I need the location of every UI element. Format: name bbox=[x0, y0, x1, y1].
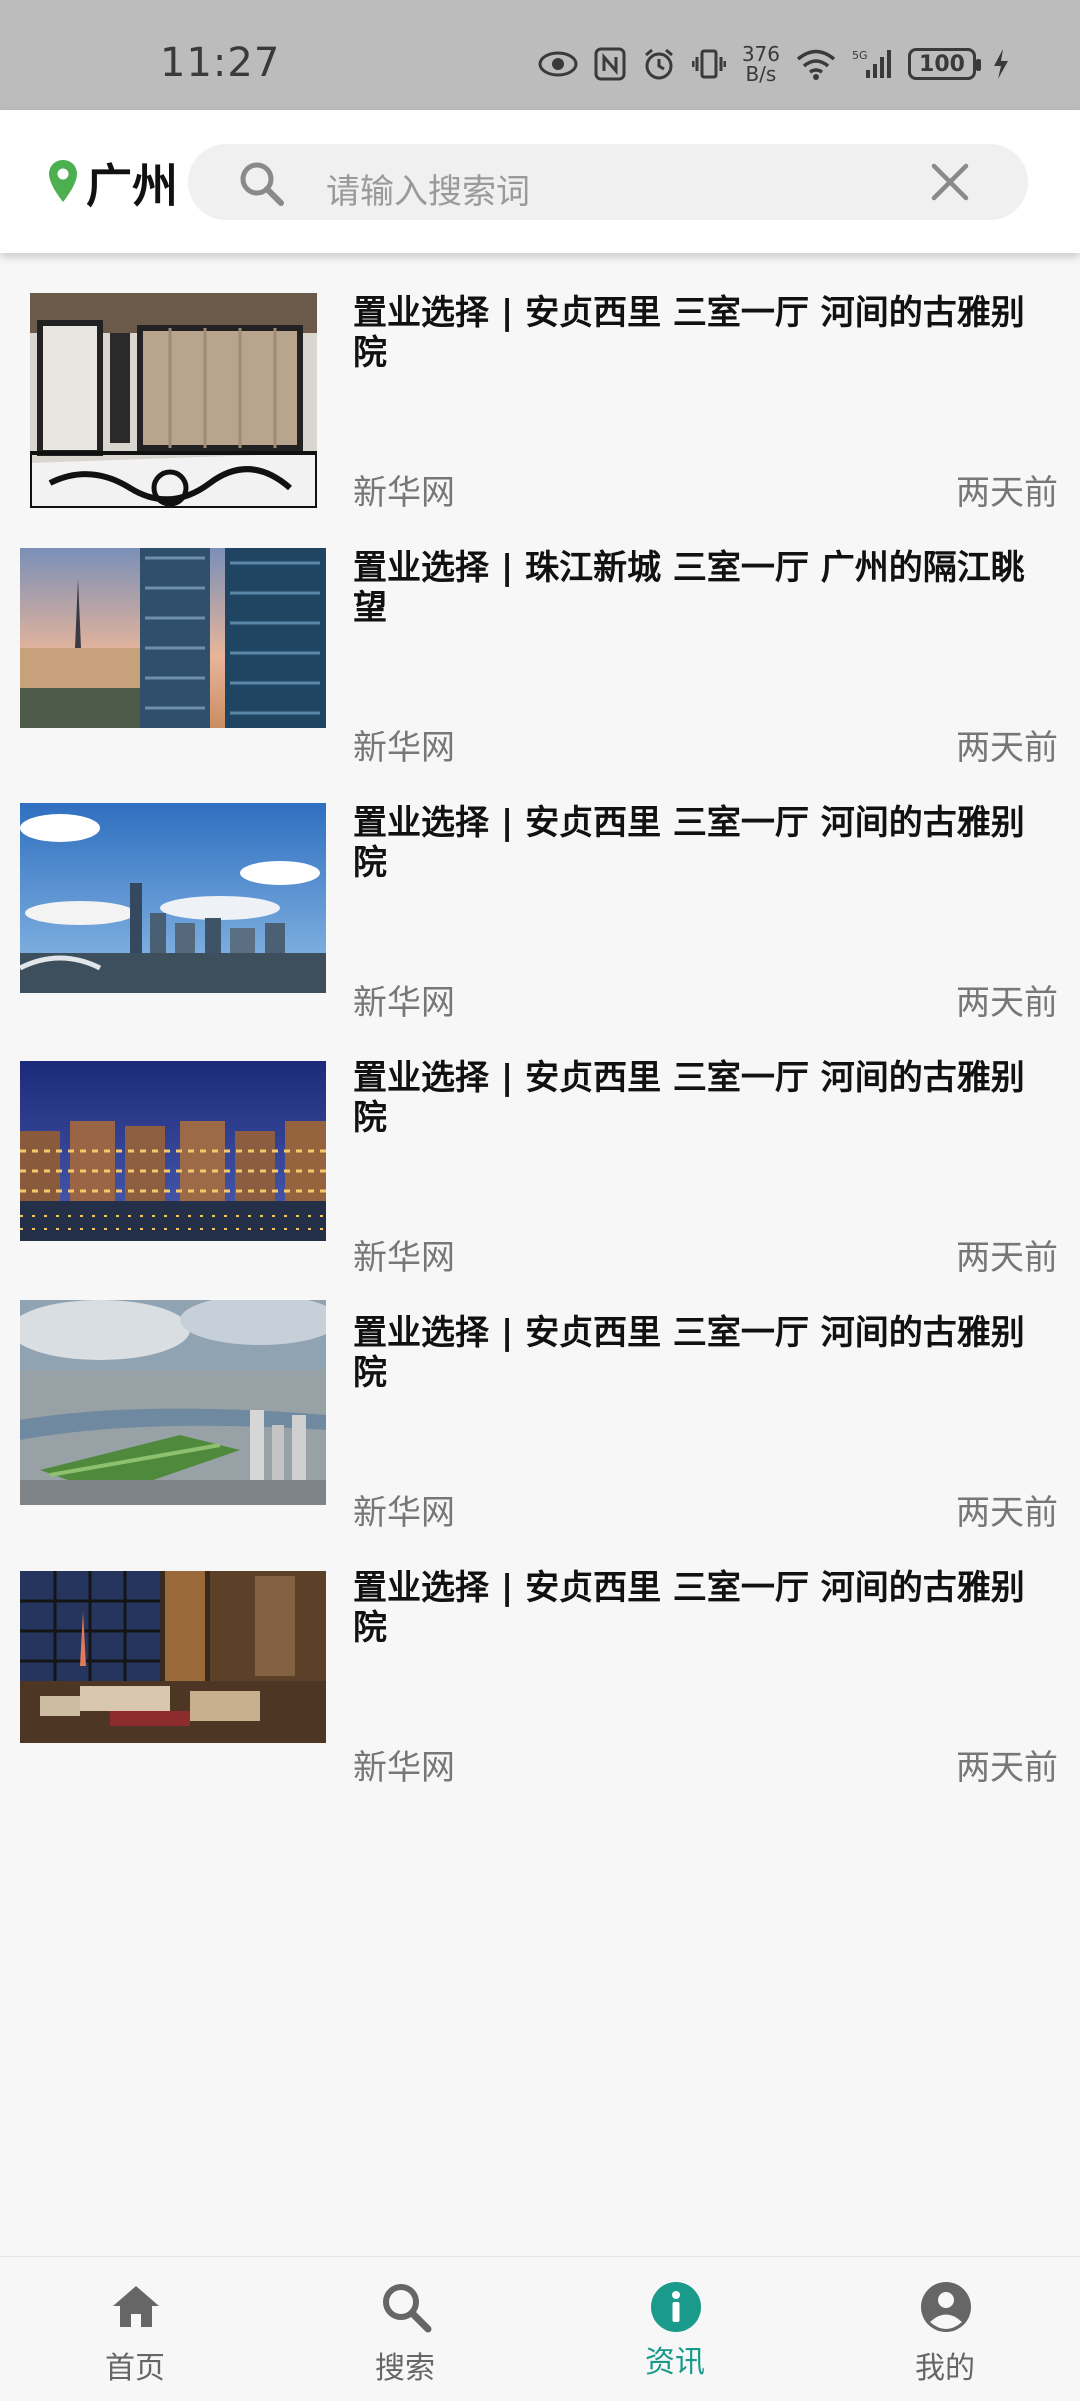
svg-text:5G: 5G bbox=[852, 49, 868, 62]
nav-label: 首页 bbox=[105, 2351, 165, 2386]
nav-label: 搜索 bbox=[375, 2351, 435, 2386]
wifi-icon bbox=[796, 48, 836, 80]
location-selector[interactable]: 广州 bbox=[48, 150, 178, 216]
status-bar: 11:27 376 B/s 5G 100 bbox=[0, 0, 1080, 110]
nav-label: 我的 bbox=[915, 2351, 975, 2386]
news-time: 两天前 bbox=[956, 1493, 1058, 1533]
nav-item-search[interactable]: 搜索 bbox=[270, 2257, 540, 2401]
news-title: 置业选择 | 安贞西里 三室一厅 河间的古雅别院 bbox=[353, 293, 1025, 373]
news-title: 置业选择 | 安贞西里 三室一厅 河间的古雅别院 bbox=[353, 803, 1025, 883]
news-time: 两天前 bbox=[956, 473, 1058, 513]
news-source: 新华网 bbox=[353, 473, 455, 513]
search-icon bbox=[238, 160, 284, 210]
news-time: 两天前 bbox=[956, 1748, 1058, 1788]
news-thumbnail-aerial-river-city bbox=[20, 1300, 326, 1505]
news-title: 置业选择 | 安贞西里 三室一厅 河间的古雅别院 bbox=[353, 1568, 1025, 1648]
city-label: 广州 bbox=[86, 159, 178, 213]
search-icon bbox=[380, 2281, 432, 2333]
news-source: 新华网 bbox=[353, 1238, 455, 1278]
location-pin-icon bbox=[48, 160, 78, 206]
clear-icon[interactable] bbox=[930, 162, 970, 206]
bottom-nav: 首页 搜索 资讯 我的 bbox=[0, 2256, 1080, 2400]
search-input[interactable]: 请输入搜索词 bbox=[188, 144, 1028, 220]
news-title: 置业选择 | 珠江新城 三室一厅 广州的隔江眺望 bbox=[353, 548, 1025, 628]
news-time: 两天前 bbox=[956, 983, 1058, 1023]
status-time: 11:27 bbox=[160, 40, 281, 86]
news-item[interactable]: 置业选择 | 安贞西里 三室一厅 河间的古雅别院 新华网 两天前 bbox=[0, 1018, 1080, 1278]
nav-label: 资讯 bbox=[645, 2345, 705, 2380]
news-thumbnail-night-residences bbox=[20, 1061, 326, 1241]
charging-icon bbox=[992, 49, 1010, 79]
news-title: 置业选择 | 安贞西里 三室一厅 河间的古雅别院 bbox=[353, 1058, 1025, 1138]
signal-icon: 5G bbox=[852, 48, 892, 80]
eye-icon bbox=[538, 50, 578, 78]
news-source: 新华网 bbox=[353, 983, 455, 1023]
net-speed: 376 B/s bbox=[741, 42, 780, 86]
news-item[interactable]: 置业选择 | 珠江新城 三室一厅 广州的隔江眺望 新华网 两天前 bbox=[0, 508, 1080, 768]
news-thumbnail-skyline-blue-sky bbox=[20, 803, 326, 993]
nav-item-home[interactable]: 首页 bbox=[0, 2257, 270, 2401]
top-header: 广州 请输入搜索词 bbox=[0, 110, 1080, 253]
news-source: 新华网 bbox=[353, 728, 455, 768]
nav-item-news[interactable]: 资讯 bbox=[540, 2257, 810, 2401]
news-item[interactable]: 置业选择 | 安贞西里 三室一厅 河间的古雅别院 新华网 两天前 bbox=[0, 253, 1080, 513]
news-item[interactable]: 置业选择 | 安贞西里 三室一厅 河间的古雅别院 新华网 两天前 bbox=[0, 1273, 1080, 1533]
news-item[interactable]: 置业选择 | 安贞西里 三室一厅 河间的古雅别院 新华网 两天前 bbox=[0, 1528, 1080, 1788]
search-placeholder: 请输入搜索词 bbox=[326, 172, 530, 212]
news-source: 新华网 bbox=[353, 1493, 455, 1533]
news-thumbnail-luxury-interior bbox=[30, 293, 317, 508]
news-time: 两天前 bbox=[956, 728, 1058, 768]
nfc-icon bbox=[594, 47, 626, 81]
vibrate-icon bbox=[691, 47, 726, 81]
news-thumbnail-living-room-view bbox=[20, 1571, 326, 1743]
news-time: 两天前 bbox=[956, 1238, 1058, 1278]
status-icons: 376 B/s 5G 100 bbox=[538, 44, 1010, 84]
news-title: 置业选择 | 安贞西里 三室一厅 河间的古雅别院 bbox=[353, 1313, 1025, 1393]
alarm-icon bbox=[642, 47, 676, 81]
news-source: 新华网 bbox=[353, 1748, 455, 1788]
info-icon bbox=[650, 2281, 702, 2333]
nav-item-profile[interactable]: 我的 bbox=[810, 2257, 1080, 2401]
home-icon bbox=[110, 2281, 162, 2333]
account-icon bbox=[920, 2281, 972, 2333]
battery-icon: 100 bbox=[908, 48, 981, 80]
news-thumbnail-city-towers-sunset bbox=[20, 548, 326, 728]
news-item[interactable]: 置业选择 | 安贞西里 三室一厅 河间的古雅别院 新华网 两天前 bbox=[0, 763, 1080, 1023]
